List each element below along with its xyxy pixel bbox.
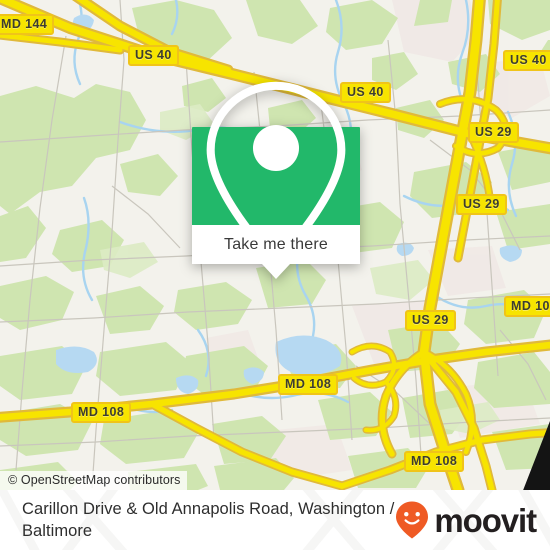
map-canvas[interactable]: MD 144US 40US 40US 40US 29US 29MD 103US …	[0, 0, 550, 490]
place-title: Carillon Drive & Old Annapolis Road, Was…	[22, 500, 395, 540]
take-me-there-label: Take me there	[224, 235, 328, 253]
location-popup-card[interactable]: Take me there	[192, 81, 360, 279]
moovit-brand[interactable]: moovit	[394, 500, 537, 540]
road-shield: US 40	[503, 50, 550, 71]
moovit-wordmark: moovit	[434, 501, 537, 539]
road-shield: MD 103	[504, 296, 550, 317]
road-shield: US 29	[405, 310, 456, 331]
popup-pointer-tail	[262, 264, 290, 279]
footer-bar: Carillon Drive & Old Annapolis Road, Was…	[0, 490, 550, 550]
road-shield: MD 108	[71, 402, 132, 423]
road-shield: US 29	[456, 194, 507, 215]
road-shield: MD 144	[0, 14, 55, 35]
map-attribution[interactable]: © OpenStreetMap contributors	[0, 471, 187, 490]
map-pin-icon	[206, 81, 346, 269]
screenshot-root: MD 144US 40US 40US 40US 29US 29MD 103US …	[0, 0, 550, 550]
popup-header	[192, 81, 360, 269]
road-shield: US 29	[468, 122, 519, 143]
road-shield: US 40	[128, 45, 179, 66]
road-shield: MD 108	[404, 451, 465, 472]
moovit-smiley-pin-icon	[396, 501, 429, 539]
